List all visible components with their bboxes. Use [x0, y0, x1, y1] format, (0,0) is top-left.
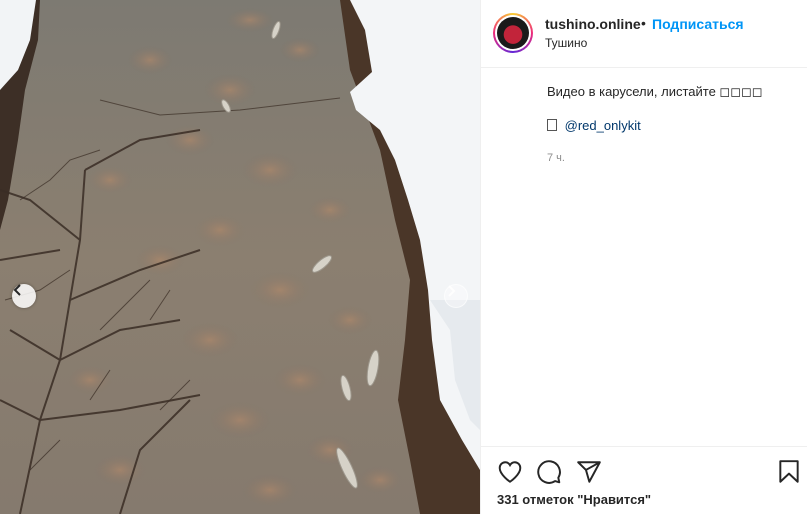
follow-button[interactable]: Подписаться — [652, 16, 744, 32]
carousel-prev-button[interactable] — [12, 284, 36, 308]
post-media[interactable] — [0, 0, 480, 514]
comment-icon[interactable] — [536, 459, 562, 485]
post-header: tushino.online • Подписаться Тушино — [481, 0, 807, 68]
separator-dot: • — [641, 15, 646, 31]
paper-plane-icon[interactable] — [576, 459, 602, 485]
post-caption: Видео в карусели, листайте ◻◻◻◻ @red_onl… — [547, 84, 797, 136]
camera-emoji-icon — [547, 119, 557, 131]
likes-count[interactable]: 331 отметок "Нравится" — [497, 492, 651, 507]
caption-text: Видео в карусели, листайте ◻◻◻◻ — [547, 84, 763, 99]
chevron-right-icon — [448, 285, 456, 297]
caption-credit: @red_onlykit — [547, 118, 797, 136]
bookmark-icon[interactable] — [776, 459, 802, 485]
avatar-image — [497, 17, 529, 49]
username-link[interactable]: tushino.online — [545, 16, 641, 32]
post-actions: 331 отметок "Нравится" — [481, 446, 807, 514]
carousel-next-button[interactable] — [444, 284, 468, 308]
heart-icon[interactable] — [497, 459, 523, 485]
stream-photo — [0, 0, 480, 514]
post-timestamp[interactable]: 7 ч. — [547, 152, 565, 164]
mention-link[interactable]: @red_onlykit — [565, 118, 641, 133]
avatar[interactable] — [493, 13, 533, 53]
post-side-panel: tushino.online • Подписаться Тушино Виде… — [480, 0, 807, 514]
chevron-left-icon — [13, 284, 21, 296]
location-link[interactable]: Тушино — [545, 36, 587, 50]
